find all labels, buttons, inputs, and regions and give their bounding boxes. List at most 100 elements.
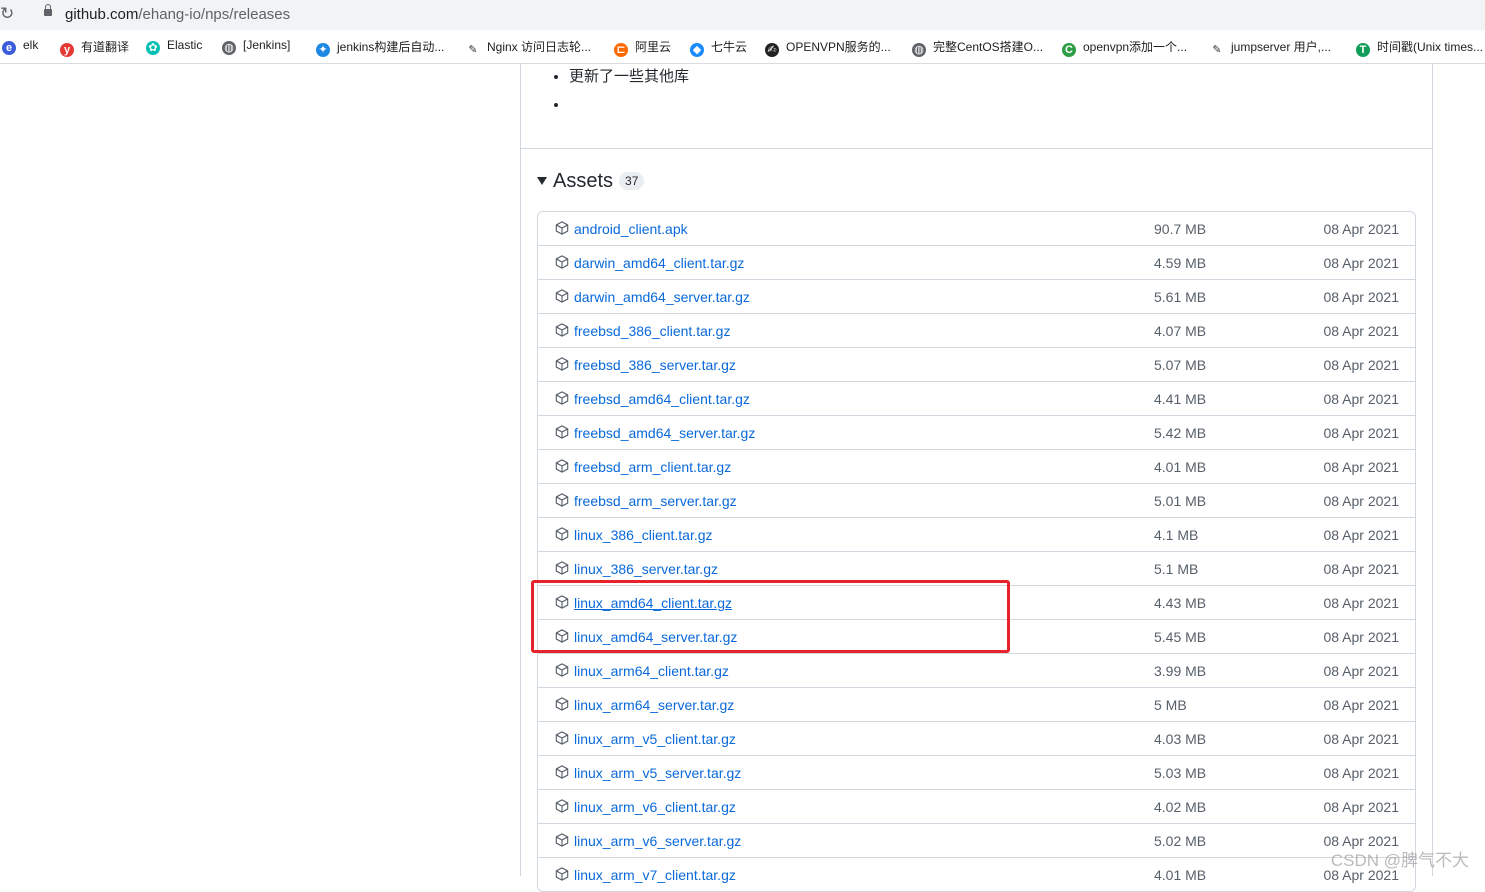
bookmark-label: Elastic	[167, 38, 203, 52]
package-icon	[555, 629, 569, 643]
bookmark-item[interactable]: T 时间戳(Unix times...	[1356, 38, 1483, 57]
asset-size: 3.99 MB	[1154, 663, 1207, 679]
asset-size: 5.07 MB	[1154, 357, 1207, 373]
asset-download-link[interactable]: freebsd_386_client.tar.gz	[574, 323, 730, 339]
package-icon	[555, 697, 569, 711]
divider	[521, 148, 1432, 149]
asset-size: 5.45 MB	[1154, 629, 1207, 645]
asset-download-link[interactable]: darwin_amd64_server.tar.gz	[574, 289, 750, 305]
bookmark-label: jenkins构建后自动...	[337, 40, 445, 54]
reload-icon[interactable]: ↻	[0, 5, 18, 23]
asset-size: 4.01 MB	[1154, 867, 1207, 883]
asset-row: linux_386_client.tar.gz 4.1 MB 08 Apr 2021	[538, 517, 1415, 551]
asset-date: 08 Apr 2021	[1323, 323, 1399, 339]
asset-size: 5.01 MB	[1154, 493, 1207, 509]
elastic-icon: ✿	[146, 41, 160, 55]
asset-row: linux_arm_v7_client.tar.gz 4.01 MB 08 Apr …	[538, 857, 1415, 891]
feather-icon: ✎	[466, 43, 480, 57]
bookmark-item[interactable]: ⊏ 阿里云	[614, 38, 671, 57]
bookmark-item[interactable]: ✎ Nginx 访问日志轮...	[466, 38, 592, 57]
asset-size: 4.02 MB	[1154, 799, 1207, 815]
bookmark-item[interactable]: ✦ jenkins构建后自动...	[316, 38, 445, 57]
asset-download-link[interactable]: freebsd_arm_client.tar.gz	[574, 459, 731, 475]
release-note-item: 更新了一些其他库	[569, 65, 689, 93]
bookmarks-bar: e elk y 有道翻译 ✿ Elastic ◍ [Jenkins] ✦ jenkins构建后自动…	[0, 30, 1485, 64]
asset-size: 4.07 MB	[1154, 323, 1207, 339]
package-icon	[555, 765, 569, 779]
asset-download-link[interactable]: freebsd_arm_server.tar.gz	[574, 493, 737, 509]
asset-download-link[interactable]: linux_arm64_server.tar.gz	[574, 697, 734, 713]
url-path: /ehang-io/nps/releases	[138, 6, 291, 23]
asset-download-link[interactable]: linux_arm_v5_client.tar.gz	[574, 731, 736, 747]
asset-download-link[interactable]: linux_amd64_server.tar.gz	[574, 629, 737, 645]
release-note-item	[569, 93, 689, 121]
asset-date: 08 Apr 2021	[1323, 561, 1399, 577]
asset-row: freebsd_arm_client.tar.gz 4.01 MB 08 Apr 2…	[538, 449, 1415, 483]
asset-download-link[interactable]: linux_amd64_client.tar.gz	[574, 595, 732, 611]
asset-download-link[interactable]: linux_386_client.tar.gz	[574, 527, 713, 543]
asset-download-link[interactable]: darwin_amd64_client.tar.gz	[574, 255, 744, 271]
asset-download-link[interactable]: linux_arm_v5_server.tar.gz	[574, 765, 741, 781]
package-icon	[555, 493, 569, 507]
asset-date: 08 Apr 2021	[1323, 493, 1399, 509]
asset-download-link[interactable]: linux_arm_v6_client.tar.gz	[574, 799, 736, 815]
bookmark-label: openvpn添加一个...	[1083, 40, 1188, 54]
package-icon	[555, 459, 569, 473]
asset-download-link[interactable]: freebsd_amd64_client.tar.gz	[574, 391, 750, 407]
assets-count-badge: 37	[619, 172, 645, 190]
asset-size: 4.59 MB	[1154, 255, 1207, 271]
bookmark-label: elk	[23, 38, 39, 52]
asset-date: 08 Apr 2021	[1323, 357, 1399, 373]
asset-download-link[interactable]: linux_arm64_client.tar.gz	[574, 663, 729, 679]
asset-download-link[interactable]: freebsd_386_server.tar.gz	[574, 357, 736, 373]
bookmark-item[interactable]: ✿ Elastic	[146, 38, 202, 56]
asset-download-link[interactable]: linux_arm_v6_server.tar.gz	[574, 833, 741, 849]
bookmark-label: Nginx 访问日志轮...	[487, 40, 592, 54]
url-text[interactable]: github.com/ehang-io/nps/releases	[65, 6, 290, 23]
asset-row: linux_amd64_client.tar.gz 4.43 MB 08 Apr 2…	[538, 585, 1415, 619]
asset-download-link[interactable]: linux_arm_v7_client.tar.gz	[574, 867, 736, 883]
asset-size: 4.41 MB	[1154, 391, 1207, 407]
asset-size: 4.43 MB	[1154, 595, 1207, 611]
bookmark-item[interactable]: ✍ OPENVPN服务的...	[765, 38, 891, 57]
bookmark-item[interactable]: y 有道翻译	[60, 38, 130, 57]
bookmark-item[interactable]: ◍ 完整CentOS搭建O...	[912, 38, 1043, 57]
package-icon	[555, 595, 569, 609]
asset-date: 08 Apr 2021	[1323, 697, 1399, 713]
lock-icon[interactable]	[44, 4, 52, 16]
asset-row: freebsd_amd64_client.tar.gz 4.41 MB 08 Apr…	[538, 381, 1415, 415]
release-notes: 更新了一些其他库	[551, 65, 689, 121]
asset-download-link[interactable]: android_client.apk	[574, 221, 688, 237]
asset-download-link[interactable]: linux_386_server.tar.gz	[574, 561, 718, 577]
bookmark-label: jumpserver 用户,...	[1231, 40, 1332, 54]
asset-date: 08 Apr 2021	[1323, 595, 1399, 611]
globe-icon: ◍	[222, 41, 236, 55]
asset-date: 08 Apr 2021	[1323, 799, 1399, 815]
url-host: github.com	[65, 6, 139, 23]
asset-row: linux_arm_v5_server.tar.gz 5.03 MB 08 Apr …	[538, 755, 1415, 789]
asset-row: linux_arm_v6_client.tar.gz 4.02 MB 08 Apr …	[538, 789, 1415, 823]
release-card: 更新了一些其他库 Assets 37 android_client.apk 90.7…	[520, 63, 1433, 892]
asset-size: 5.03 MB	[1154, 765, 1207, 781]
asset-download-link[interactable]: freebsd_amd64_server.tar.gz	[574, 425, 755, 441]
bookmark-item[interactable]: e elk	[2, 38, 38, 56]
asset-date: 08 Apr 2021	[1323, 391, 1399, 407]
youdao-icon: y	[60, 43, 74, 57]
package-icon	[555, 357, 569, 371]
asset-size: 5.42 MB	[1154, 425, 1207, 441]
asset-size: 5.1 MB	[1154, 561, 1199, 577]
package-icon	[555, 799, 569, 813]
url-field[interactable]: github.com/ehang-io/nps/releases	[32, 2, 1485, 28]
bookmark-label: 有道翻译	[81, 40, 130, 54]
package-icon	[555, 527, 569, 541]
triangle-down-icon	[537, 177, 547, 185]
asset-date: 08 Apr 2021	[1323, 255, 1399, 271]
bookmark-item[interactable]: Copenvpn添加一个...	[1062, 38, 1188, 57]
bookmark-item[interactable]: ◍ [Jenkins]	[222, 38, 290, 56]
csdn-icon: ✍	[765, 43, 779, 57]
bookmark-item[interactable]: ◆ 七牛云	[690, 38, 747, 57]
chrome-c-icon: C	[1062, 43, 1076, 57]
assets-toggle[interactable]: Assets 37	[537, 170, 645, 196]
package-icon	[555, 833, 569, 847]
bookmark-item[interactable]: ✎ jumpserver 用户,...	[1210, 38, 1332, 57]
